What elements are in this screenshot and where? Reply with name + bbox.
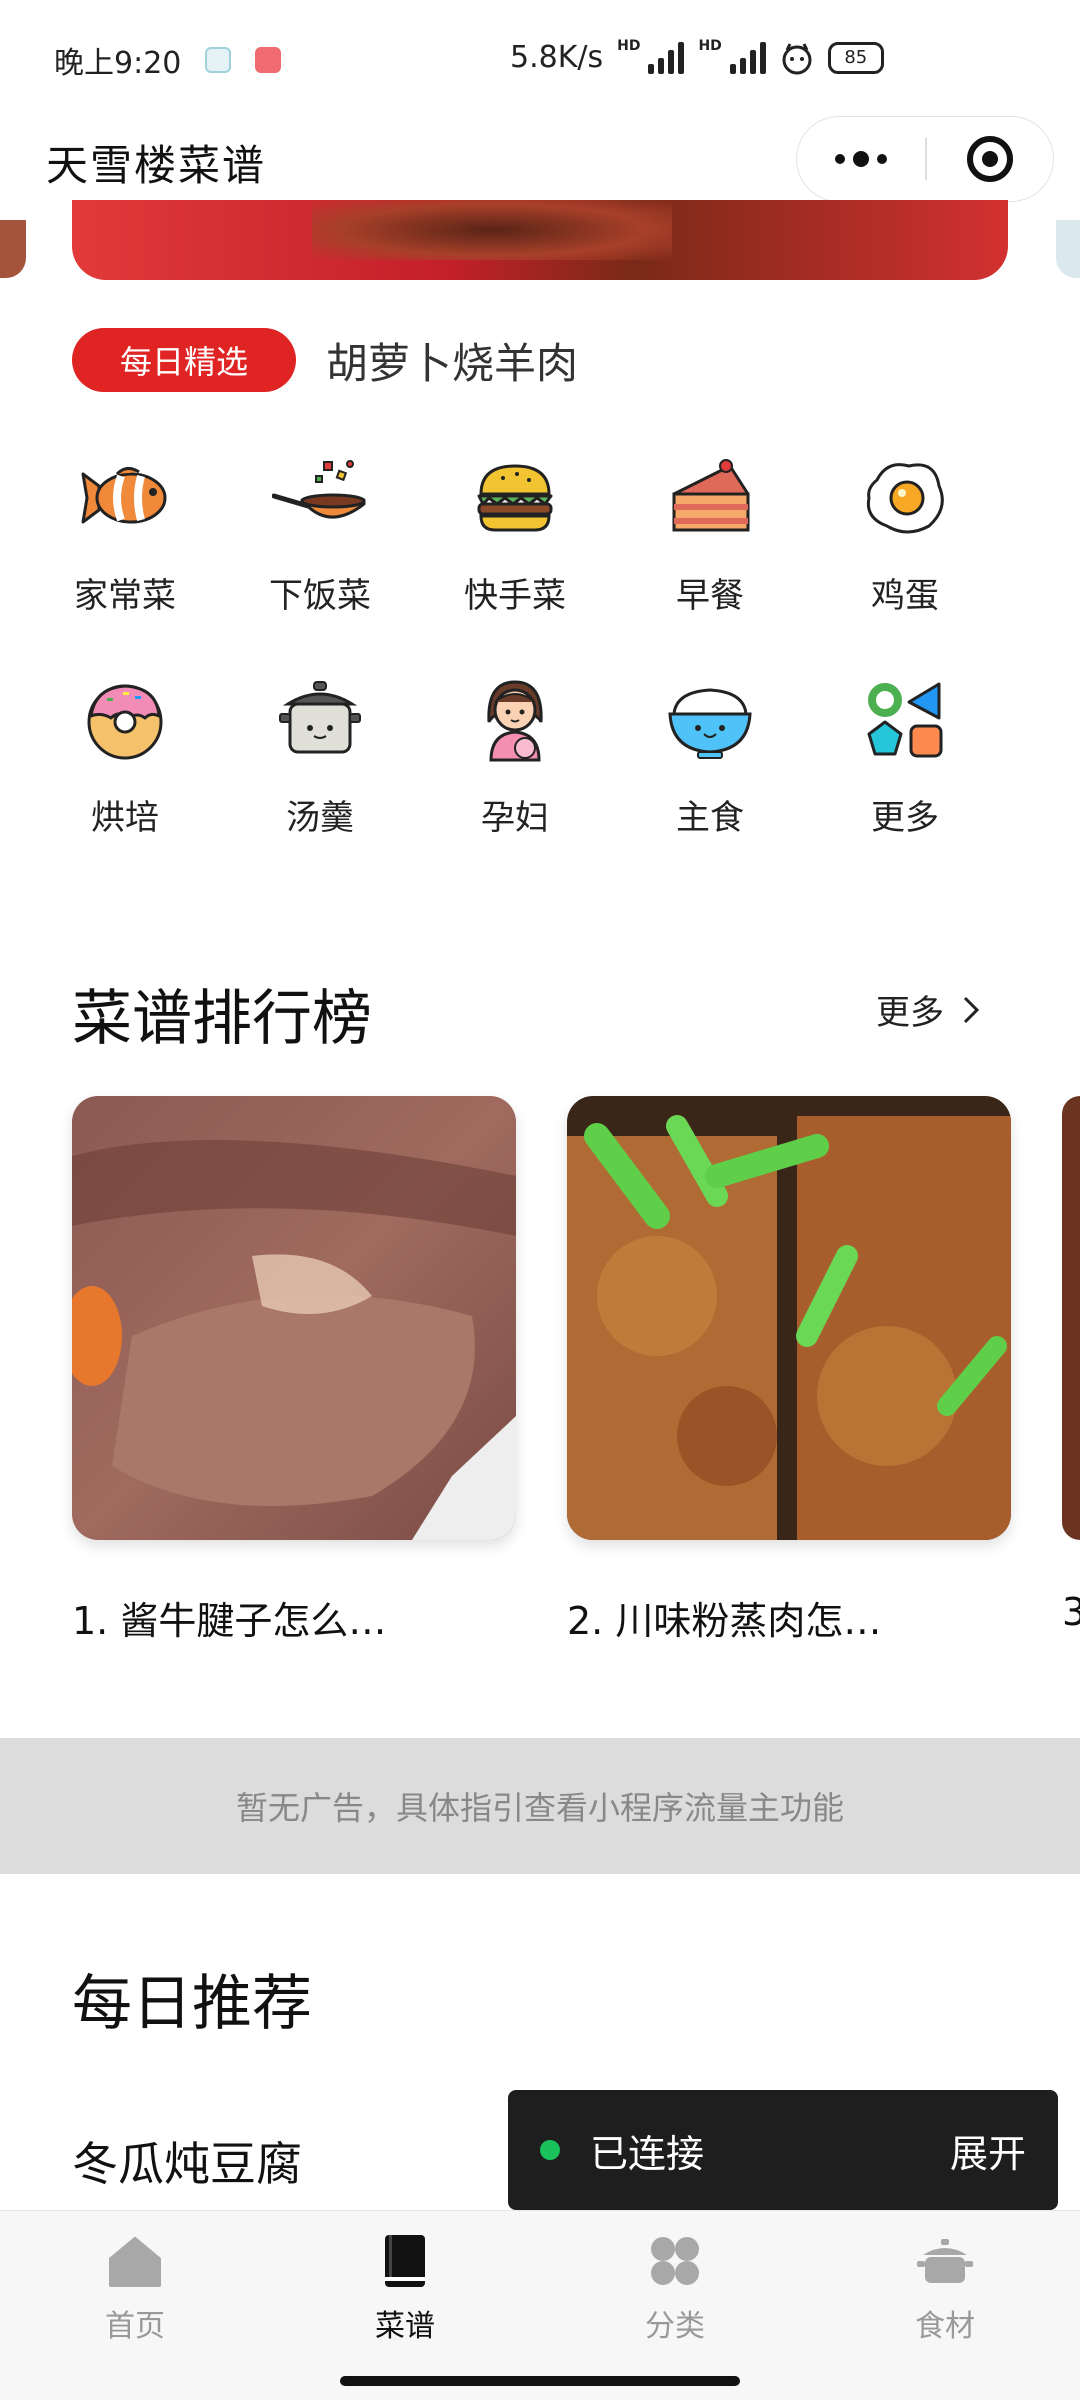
battery-level: 85 xyxy=(844,47,868,68)
banner-food-image xyxy=(312,200,672,260)
app-notification-icon xyxy=(205,47,232,73)
category-label: 下饭菜 xyxy=(269,576,371,616)
ranking-card-2[interactable] xyxy=(567,1096,1011,1540)
ranking-more-label: 更多 xyxy=(876,993,944,1033)
mascot-icon xyxy=(782,42,812,74)
connected-status-icon xyxy=(540,2140,560,2160)
steamed-pork-image xyxy=(567,1096,1011,1540)
shapes-icon xyxy=(867,682,943,758)
mini-program-titlebar: 天雪楼菜谱 xyxy=(0,112,1080,212)
expand-button[interactable]: 展开 xyxy=(950,2123,1026,2178)
recommend-item[interactable]: 冬瓜炖豆腐 xyxy=(72,2128,302,2194)
category-label: 早餐 xyxy=(676,576,744,616)
chevron-right-icon xyxy=(963,996,980,1023)
pregnant-woman-icon xyxy=(487,680,543,762)
video-notification-icon xyxy=(255,47,282,73)
category-label: 汤羹 xyxy=(286,798,354,838)
banner-carousel[interactable] xyxy=(72,200,1008,280)
tab-label: 食材 xyxy=(915,2309,975,2344)
home-indicator[interactable] xyxy=(340,2376,740,2386)
category-label: 烘培 xyxy=(91,798,159,838)
tab-label: 分类 xyxy=(645,2309,705,2344)
more-options-button[interactable] xyxy=(797,117,925,201)
dot-icon xyxy=(853,151,869,167)
recommend-title: 每日推荐 xyxy=(72,1969,312,2039)
ranking-card-1-label[interactable]: 1. 酱牛腱子怎么… xyxy=(72,1590,386,1645)
battery-icon: 85 xyxy=(827,41,884,74)
donut-icon xyxy=(87,684,163,760)
rice-bowl-icon xyxy=(668,688,752,759)
hd-label-2: HD xyxy=(698,37,722,54)
banner-prev-peek[interactable] xyxy=(0,220,26,278)
connection-status: 已连接 xyxy=(590,2131,705,2176)
cake-icon xyxy=(672,459,750,532)
burger-icon xyxy=(477,464,553,532)
category-rice-dishes[interactable]: 下饭菜 xyxy=(235,450,405,650)
category-label: 主食 xyxy=(676,798,744,838)
close-mini-program-button[interactable] xyxy=(927,136,1054,182)
ad-placeholder: 暂无广告，具体指引查看小程序流量主功能 xyxy=(0,1738,1080,1874)
fried-egg-icon xyxy=(866,463,944,534)
category-soups[interactable]: 汤羹 xyxy=(235,672,405,872)
soup-pot-icon xyxy=(279,681,361,754)
category-label: 鸡蛋 xyxy=(871,576,939,616)
tab-label: 首页 xyxy=(105,2309,165,2344)
pot-icon xyxy=(917,2239,973,2283)
category-breakfast[interactable]: 早餐 xyxy=(625,450,795,650)
signal-icon-2 xyxy=(729,41,766,74)
category-quick-dishes[interactable]: 快手菜 xyxy=(430,450,600,650)
dot-icon xyxy=(835,154,845,164)
category-eggs[interactable]: 鸡蛋 xyxy=(820,450,990,650)
fish-icon xyxy=(81,467,167,524)
status-time: 晚上9:20 xyxy=(54,46,182,81)
ranking-title: 菜谱排行榜 xyxy=(72,984,372,1054)
signal-icon xyxy=(648,41,685,74)
ranking-card-2-label[interactable]: 2. 川味粉蒸肉怎… xyxy=(567,1590,881,1645)
home-icon xyxy=(109,2237,161,2287)
bottom-tab-bar: 首页 菜谱 分类 食材 xyxy=(0,2210,1080,2360)
daily-pick-badge: 每日精选 xyxy=(72,328,296,392)
category-label: 更多 xyxy=(871,798,939,838)
dot-icon xyxy=(877,154,887,164)
ranking-more-link[interactable]: 更多 xyxy=(876,985,980,1034)
ranking-card-3-label[interactable]: 3 xyxy=(1062,1590,1080,1634)
wok-icon xyxy=(272,460,366,519)
category-label: 家常菜 xyxy=(74,576,176,616)
connection-toast: 已连接 展开 xyxy=(508,2090,1058,2210)
tab-recipes[interactable]: 菜谱 xyxy=(270,2211,540,2360)
category-baking[interactable]: 烘培 xyxy=(40,672,210,872)
category-staples[interactable]: 主食 xyxy=(625,672,795,872)
tab-ingredients[interactable]: 食材 xyxy=(810,2211,1080,2360)
daily-pick[interactable]: 每日精选 胡萝卜烧羊肉 xyxy=(72,328,578,392)
daily-pick-title[interactable]: 胡萝卜烧羊肉 xyxy=(326,330,578,391)
network-speed: 5.8K/s xyxy=(510,40,604,75)
target-icon xyxy=(966,136,1013,182)
category-pregnant[interactable]: 孕妇 xyxy=(430,672,600,872)
ranking-card-1[interactable] xyxy=(72,1096,516,1540)
grid-icon xyxy=(651,2237,699,2285)
category-home-cooking[interactable]: 家常菜 xyxy=(40,450,210,650)
status-bar: 晚上9:20 5.8K/s HD HD 85 xyxy=(0,0,1080,120)
banner-next-peek[interactable] xyxy=(1056,220,1080,278)
category-label: 快手菜 xyxy=(464,576,566,616)
tab-categories[interactable]: 分类 xyxy=(540,2211,810,2360)
beef-shank-image xyxy=(72,1096,516,1540)
category-more[interactable]: 更多 xyxy=(820,672,990,872)
category-label: 孕妇 xyxy=(481,798,549,838)
ranking-card-3-peek[interactable] xyxy=(1062,1096,1080,1540)
capsule-menu xyxy=(796,116,1054,202)
ad-text: 暂无广告，具体指引查看小程序流量主功能 xyxy=(235,1789,844,1827)
page-title: 天雪楼菜谱 xyxy=(46,141,267,190)
tab-label: 菜谱 xyxy=(375,2309,435,2344)
tab-home[interactable]: 首页 xyxy=(0,2211,270,2360)
hd-label: HD xyxy=(617,37,641,54)
book-icon xyxy=(385,2235,425,2287)
